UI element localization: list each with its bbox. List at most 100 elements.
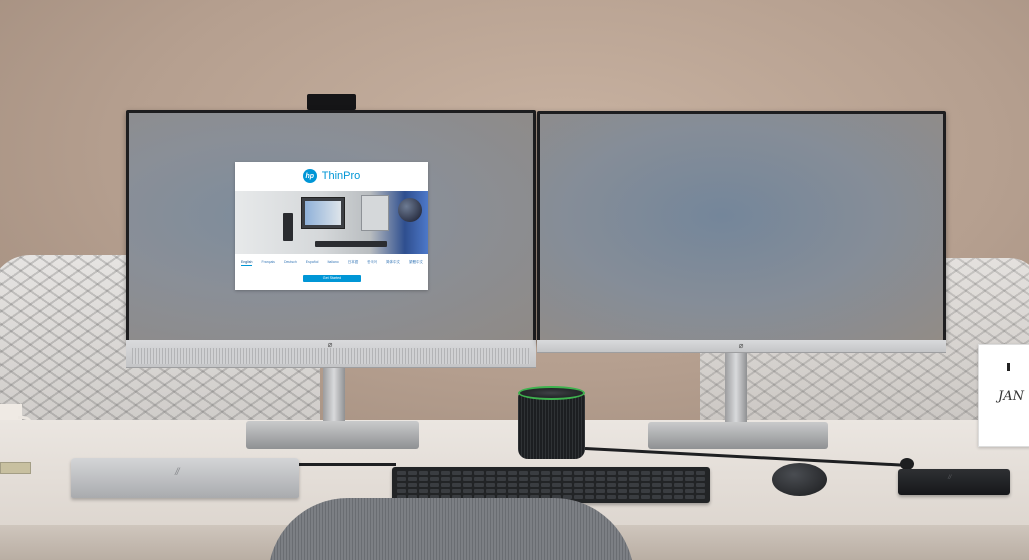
language-option[interactable]: 한국어 xyxy=(367,258,377,266)
keyboard-key xyxy=(662,483,672,487)
keyboard-key xyxy=(607,471,617,475)
language-option[interactable]: Español xyxy=(306,258,319,266)
keyboard-key xyxy=(607,477,617,481)
keyboard-key xyxy=(684,495,694,499)
speaker-grill xyxy=(132,348,530,364)
keyboard-key xyxy=(463,471,473,475)
keyboard-key xyxy=(596,477,606,481)
get-started-button[interactable]: Get Started xyxy=(303,275,361,282)
language-option[interactable]: Deutsch xyxy=(284,258,297,266)
keyboard-key xyxy=(441,489,451,493)
keyboard-key xyxy=(397,471,407,475)
keyboard-key xyxy=(662,495,672,499)
cable xyxy=(296,463,396,466)
frame-text: JAN xyxy=(998,389,1024,404)
keyboard-key xyxy=(507,477,517,481)
keyboard-key xyxy=(551,489,562,493)
keyboard-key xyxy=(529,477,539,481)
keyboard-key xyxy=(574,471,584,475)
keyboard-key xyxy=(673,483,683,487)
picture-frame: JAN xyxy=(978,344,1029,447)
keyboard-key xyxy=(673,477,683,481)
keyboard-key xyxy=(673,495,683,499)
keyboard-key xyxy=(574,495,584,499)
keyboard-key xyxy=(651,477,661,481)
keyboard-key xyxy=(596,483,606,487)
language-option[interactable]: 日本語 xyxy=(348,258,359,266)
keyboard-key xyxy=(607,495,617,499)
keyboard-key xyxy=(585,477,595,481)
keyboard-key xyxy=(474,483,484,487)
keyboard-key xyxy=(596,471,606,475)
keyboard-key xyxy=(518,477,528,481)
keyboard-key xyxy=(474,471,484,475)
speaker-dock xyxy=(518,386,585,462)
keyboard-key xyxy=(441,471,451,475)
keyboard-key xyxy=(640,489,650,493)
thin-client: // xyxy=(898,469,1010,495)
keyboard-key xyxy=(585,489,595,493)
keyboard-key xyxy=(397,477,407,481)
keyboard-key xyxy=(574,477,584,481)
keyboard-key xyxy=(529,471,539,475)
keyboard-key xyxy=(563,477,573,481)
right-monitor-neck xyxy=(725,351,747,426)
keyboard-key xyxy=(684,477,694,481)
thinpro-hero-image xyxy=(235,191,428,254)
keyboard-key xyxy=(563,483,573,487)
keyboard-key xyxy=(695,489,705,493)
keyboard-key xyxy=(441,477,451,481)
keyboard-key xyxy=(551,471,562,475)
language-option[interactable]: Français xyxy=(262,258,275,266)
keyboard-key xyxy=(452,483,462,487)
keyboard-key xyxy=(673,471,683,475)
language-option[interactable]: 简体中文 xyxy=(386,258,400,266)
language-option[interactable]: 繁體中文 xyxy=(409,258,423,266)
keyboard-key xyxy=(452,471,462,475)
keyboard-key xyxy=(485,471,495,475)
keyboard-key xyxy=(419,471,429,475)
keyboard-key xyxy=(695,471,705,475)
keyboard-key xyxy=(507,483,517,487)
keyboard-key xyxy=(408,483,418,487)
right-monitor xyxy=(537,111,946,343)
thin-client-illustration xyxy=(283,213,293,241)
keyboard-key xyxy=(684,483,694,487)
keyboard-key xyxy=(662,477,672,481)
chair xyxy=(268,498,634,560)
keyboard-key xyxy=(452,489,462,493)
thinpro-header: hp ThinPro xyxy=(235,162,428,190)
keyboard-key xyxy=(695,495,705,499)
keyboard-key xyxy=(563,471,573,475)
keyboard-key xyxy=(651,483,661,487)
keyboard-key xyxy=(618,495,628,499)
language-option[interactable]: Italiano xyxy=(327,258,338,266)
left-monitor-neck xyxy=(323,366,345,426)
keyboard-key xyxy=(684,471,694,475)
speaker-body xyxy=(518,393,585,459)
hp-logo-icon: ⌀ xyxy=(738,341,744,350)
keyboard-key xyxy=(640,477,650,481)
keyboard-key xyxy=(640,495,650,499)
notebook xyxy=(0,462,31,474)
keyboard-key xyxy=(629,489,639,493)
keyboard-key xyxy=(629,483,639,487)
keyboard-key xyxy=(596,495,606,499)
keyboard-key xyxy=(662,471,672,475)
mouse xyxy=(772,463,827,496)
keyboard-key xyxy=(640,471,650,475)
keyboard-key xyxy=(518,489,528,493)
keyboard-key xyxy=(585,495,595,499)
thinpro-window: hp ThinPro English Français Deutsch Espa… xyxy=(235,162,428,290)
keyboard-key xyxy=(629,495,639,499)
language-option-english[interactable]: English xyxy=(241,258,253,266)
keyboard-key xyxy=(485,489,495,493)
keyboard-key xyxy=(540,489,550,493)
keyboard-key xyxy=(651,471,661,475)
left-monitor-base xyxy=(246,421,419,449)
keyboard-key xyxy=(540,483,550,487)
keyboard-key xyxy=(397,483,407,487)
keyboard-key xyxy=(518,471,528,475)
keyboard-key xyxy=(695,483,705,487)
keyboard-key xyxy=(629,477,639,481)
